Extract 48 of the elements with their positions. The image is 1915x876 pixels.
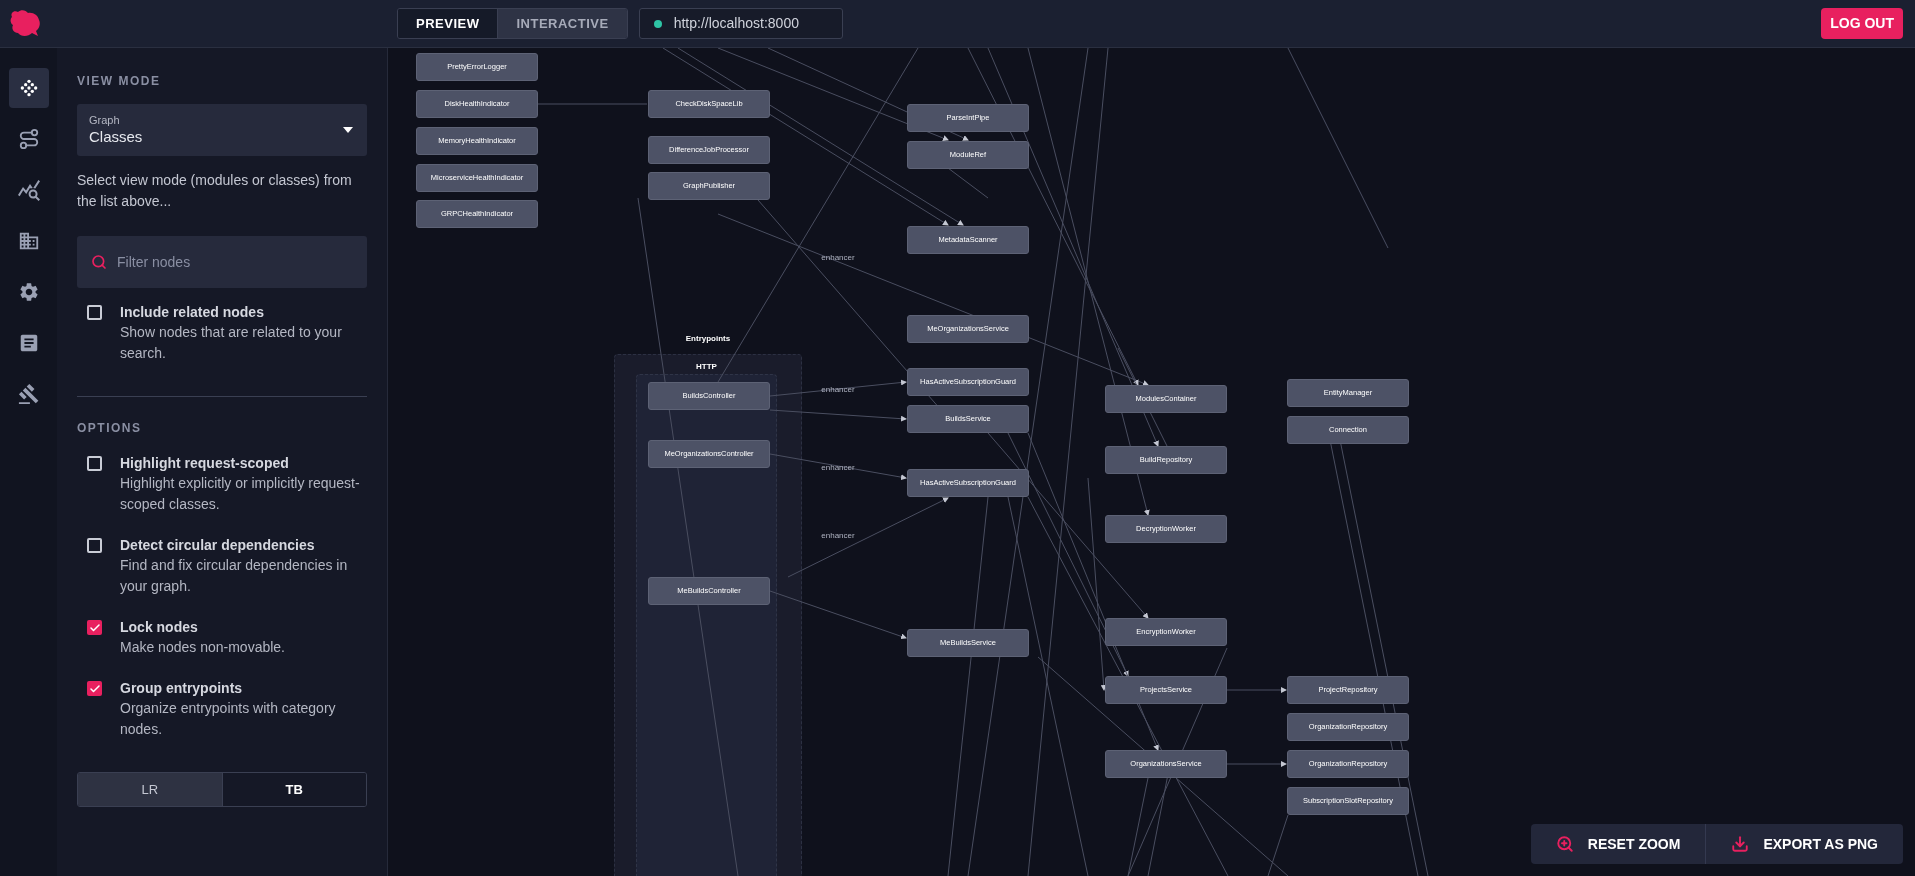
option-description: Organize entrypoints with category nodes.	[120, 699, 337, 739]
option-title: Include related nodes	[120, 303, 265, 322]
edge-label: enhancer	[821, 530, 855, 542]
check-icon	[88, 621, 101, 634]
search-icon	[91, 254, 107, 270]
zoom-in-icon	[1555, 835, 1574, 853]
download-icon	[1731, 835, 1750, 853]
view-mode-select[interactable]: Graph Classes	[77, 104, 367, 156]
mode-tab[interactable]: PREVIEW	[398, 9, 498, 38]
direction-toggle[interactable]: TB	[221, 773, 366, 806]
server-url-field[interactable]: http://localhost:8000	[638, 8, 843, 39]
option-title: Highlight request-scoped	[120, 454, 290, 473]
nav-rail-button[interactable]	[8, 68, 49, 108]
option-description: Show nodes that are related to your search.	[120, 323, 343, 363]
filter-field[interactable]: Filter nodes	[77, 236, 367, 288]
option-description: Highlight explicitly or implicitly request-scoped classes.	[120, 474, 361, 514]
building-icon	[17, 230, 40, 252]
option-title: Group entrypoints	[120, 679, 244, 698]
group-title: Entrypoints	[684, 333, 732, 345]
option-description: Make nodes non-movable.	[120, 638, 285, 657]
option-title: Lock nodes	[120, 618, 199, 637]
edge-label: enhancer	[821, 252, 855, 264]
logout-button[interactable]: LOG OUT	[1821, 8, 1903, 39]
section-heading: VIEW MODE	[77, 73, 162, 90]
reset-zoom-button[interactable]: RESET ZOOM	[1530, 824, 1706, 864]
edge-label: enhancer	[821, 462, 855, 474]
option-title: Detect circular dependencies	[120, 536, 316, 555]
checkbox[interactable]	[87, 456, 102, 471]
checkbox[interactable]	[87, 305, 102, 320]
route-icon	[17, 128, 40, 150]
checkbox[interactable]	[87, 538, 102, 553]
checkbox[interactable]	[87, 620, 102, 635]
magnifier-chart-icon	[16, 178, 41, 202]
section-heading: OPTIONS	[77, 420, 143, 437]
group-subtitle: HTTP	[695, 361, 718, 373]
logo-icon	[8, 8, 42, 39]
export-button[interactable]: EXPORT AS PNG	[1705, 824, 1903, 864]
settings-icon	[17, 281, 40, 303]
gavel-icon	[17, 383, 40, 405]
direction-toggle[interactable]: LR	[78, 773, 222, 806]
dots-grid-icon	[18, 78, 39, 98]
mode-tab[interactable]: INTERACTIVE	[497, 9, 627, 38]
edge-label: enhancer	[821, 384, 855, 396]
caret-icon	[343, 127, 353, 133]
checkbox[interactable]	[87, 681, 102, 696]
help-text: Select view mode (modules or classes) from the list above...	[77, 171, 353, 211]
check-icon	[88, 682, 101, 695]
option-description: Find and fix circular dependencies in your graph.	[120, 556, 349, 596]
